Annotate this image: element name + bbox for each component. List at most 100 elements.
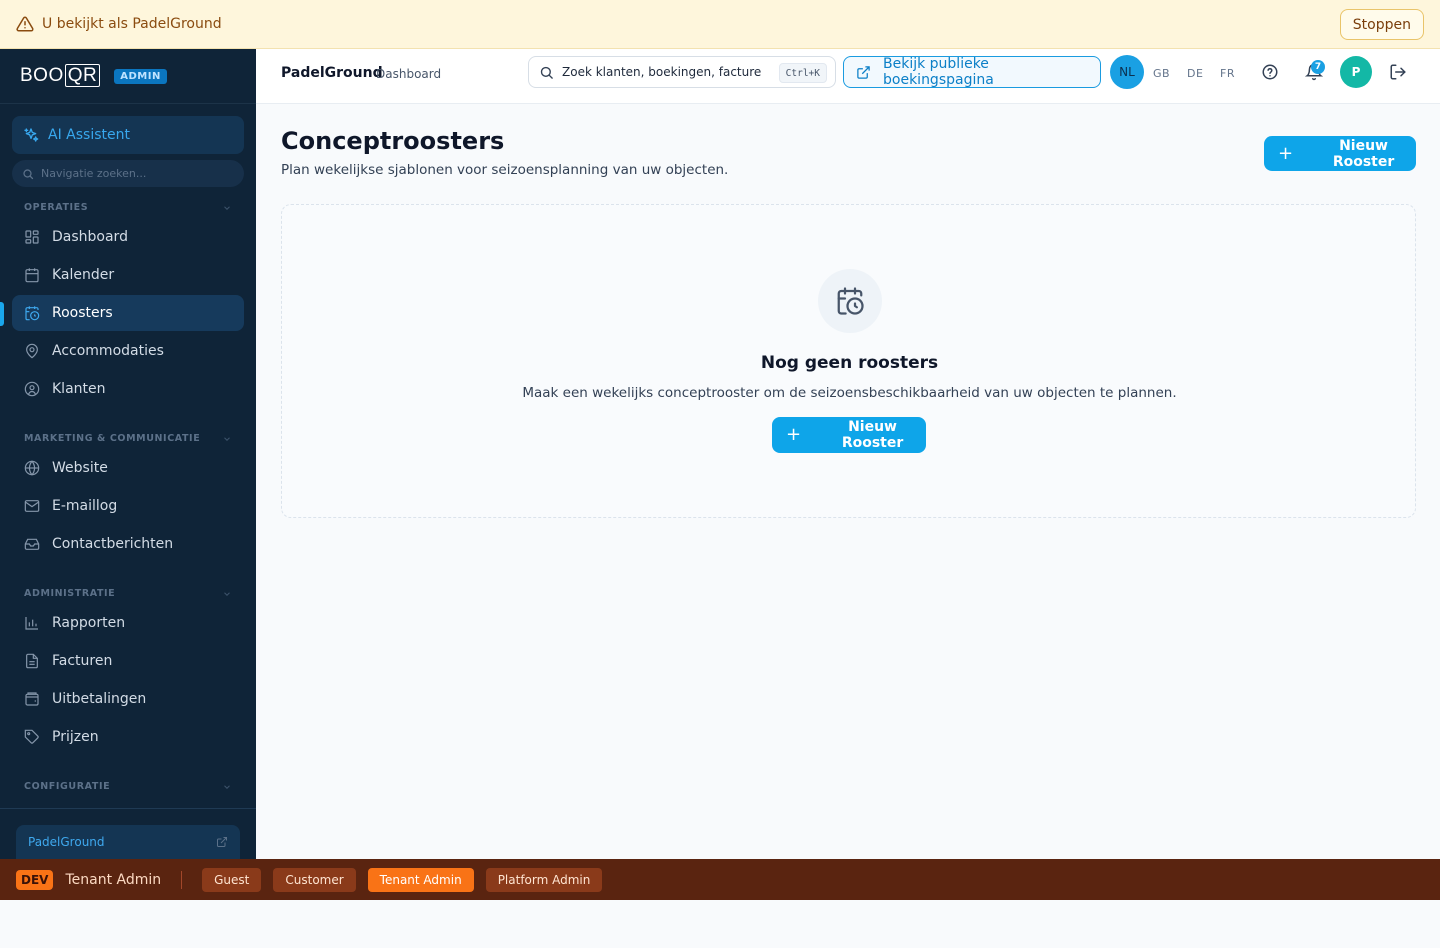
- sidebar-item-e-maillog[interactable]: E-maillog: [12, 488, 244, 524]
- sidebar-item-kalender[interactable]: Kalender: [12, 257, 244, 293]
- view-public-booking-label: Bekijk publieke boekingspagina: [883, 56, 994, 88]
- sidebar-item-facturen[interactable]: Facturen: [12, 643, 244, 679]
- sidebar-item-label: Rapporten: [52, 615, 126, 631]
- ai-assistant-button[interactable]: AI Assistent: [12, 116, 244, 154]
- sidebar-item-website[interactable]: Website: [12, 450, 244, 486]
- chevron-down-icon: [222, 434, 232, 444]
- role-tenant-admin-button[interactable]: Tenant Admin: [367, 867, 474, 892]
- tenant-switcher[interactable]: PadelGround: [16, 825, 240, 859]
- section-label: OPERATIES: [24, 202, 89, 213]
- external-link-icon: [856, 65, 871, 80]
- new-schedule-label: Nieuw Rooster: [1332, 137, 1395, 170]
- sidebar-item-label: Website: [52, 460, 108, 476]
- calendar-clock-icon: [24, 305, 40, 321]
- sidebar-item-uitbetalingen[interactable]: Uitbetalingen: [12, 681, 244, 717]
- calendar-clock-icon: [818, 269, 882, 333]
- external-link-icon: [216, 836, 228, 848]
- empty-state-title: Nog geen roosters: [760, 353, 939, 373]
- search-icon: [22, 168, 34, 180]
- sparkles-icon: [23, 127, 39, 143]
- sidebar-item-label: Uitbetalingen: [52, 691, 147, 707]
- global-search[interactable]: Ctrl+K: [528, 56, 836, 88]
- sidebar-item-label: Facturen: [52, 653, 113, 669]
- new-schedule-button[interactable]: + Nieuw Rooster: [1264, 136, 1416, 171]
- role-customer-button[interactable]: Customer: [273, 867, 356, 892]
- sidebar-item-accommodaties[interactable]: Accommodaties: [12, 333, 244, 369]
- layout-grid-icon: [24, 229, 40, 245]
- current-role: Tenant Admin: [65, 871, 162, 888]
- sidebar-item-klanten[interactable]: Klanten: [12, 371, 244, 407]
- sidebar-item-roosters[interactable]: Roosters: [12, 295, 244, 331]
- stop-impersonation-button[interactable]: Stoppen: [1339, 9, 1424, 40]
- dev-badge: DEV: [16, 869, 54, 890]
- bar-chart-icon: [24, 615, 40, 631]
- chevron-down-icon: [222, 203, 232, 213]
- sidebar-item-prijzen[interactable]: Prijzen: [12, 719, 244, 755]
- language-nl[interactable]: NL: [1110, 55, 1144, 89]
- role-platform-admin-button[interactable]: Platform Admin: [485, 867, 603, 892]
- view-public-booking-button[interactable]: Bekijk publieke boekingspagina: [843, 56, 1101, 88]
- sidebar-item-dashboard[interactable]: Dashboard: [12, 219, 244, 255]
- section-label: MARKETING & COMMUNICATIE: [24, 433, 201, 444]
- divider: [181, 870, 183, 889]
- mail-icon: [24, 498, 40, 514]
- sidebar-item-label: Contactberichten: [52, 536, 174, 552]
- logo[interactable]: BOO QR: [20, 64, 101, 87]
- section-configuratie[interactable]: CONFIGURATIE: [24, 781, 232, 792]
- top-bar: PadelGround Dashboard Ctrl+K Bekijk publ…: [256, 49, 1440, 104]
- search-icon: [539, 65, 554, 80]
- help-icon[interactable]: [1261, 63, 1279, 81]
- breadcrumb-title: PadelGround: [281, 65, 383, 81]
- section-marketing[interactable]: MARKETING & COMMUNICATIE: [24, 433, 232, 444]
- sidebar-item-rapporten[interactable]: Rapporten: [12, 605, 244, 641]
- warning-icon: [16, 15, 34, 33]
- shortcut-hint: Ctrl+K: [778, 63, 827, 83]
- language-gb[interactable]: GB: [1153, 67, 1170, 80]
- sidebar-item-label: Kalender: [52, 267, 115, 283]
- section-label: ADMINISTRATIE: [24, 588, 116, 599]
- plus-icon: +: [1278, 142, 1294, 164]
- sidebar: BOOQR ADMIN AI Assistent OPERATIES MARKE…: [0, 49, 256, 859]
- active-indicator: [0, 302, 4, 326]
- brand: BOO QR ADMIN: [0, 49, 256, 104]
- calendar-icon: [24, 267, 40, 283]
- section-operaties[interactable]: OPERATIES: [24, 202, 232, 213]
- dev-role-bar: DEV Tenant Admin Guest Customer Tenant A…: [0, 859, 1440, 900]
- language-fr[interactable]: FR: [1220, 67, 1235, 80]
- global-search-input[interactable]: [562, 65, 762, 79]
- sidebar-item-label: Dashboard: [52, 229, 128, 245]
- logo-qr: QR: [64, 64, 101, 87]
- empty-state: Nog geen roosters Maak een wekelijks con…: [281, 204, 1416, 518]
- sidebar-item-label: Klanten: [52, 381, 106, 397]
- section-administratie[interactable]: ADMINISTRATIE: [24, 588, 232, 599]
- chevron-down-icon: [222, 782, 232, 792]
- sidebar-divider: [0, 808, 256, 809]
- sidebar-item-contactberichten[interactable]: Contactberichten: [12, 526, 244, 562]
- plus-icon: +: [786, 424, 802, 445]
- logout-icon[interactable]: [1389, 63, 1407, 81]
- language-de[interactable]: DE: [1187, 67, 1203, 80]
- map-pin-icon: [24, 343, 40, 359]
- file-text-icon: [24, 653, 40, 669]
- wallet-icon: [24, 691, 40, 707]
- role-guest-button[interactable]: Guest: [202, 867, 262, 892]
- impersonation-text: U bekijkt als PadelGround: [42, 16, 222, 32]
- empty-new-schedule-button[interactable]: + Nieuw Rooster: [772, 417, 926, 453]
- empty-state-text: Maak een wekelijks conceptrooster om de …: [522, 385, 1177, 401]
- logo-text: BOO: [20, 65, 64, 86]
- admin-badge: ADMIN: [114, 68, 167, 84]
- inbox-icon: [24, 536, 40, 552]
- section-label: CONFIGURATIE: [24, 781, 111, 792]
- nav-search-input[interactable]: [41, 167, 221, 180]
- nav-search: [12, 160, 244, 187]
- tenant-name: PadelGround: [28, 835, 105, 849]
- sidebar-item-label: Prijzen: [52, 729, 99, 745]
- sidebar-item-label: Accommodaties: [52, 343, 164, 359]
- breadcrumb-subtitle: Dashboard: [376, 67, 442, 81]
- sidebar-item-label: Roosters: [52, 305, 113, 321]
- page-subtitle: Plan wekelijkse sjablonen voor seizoensp…: [281, 162, 729, 178]
- chevron-down-icon: [222, 589, 232, 599]
- empty-new-schedule-label: Nieuw Rooster: [841, 419, 904, 451]
- avatar[interactable]: P: [1340, 56, 1372, 88]
- page-title: Conceptroosters: [281, 127, 505, 155]
